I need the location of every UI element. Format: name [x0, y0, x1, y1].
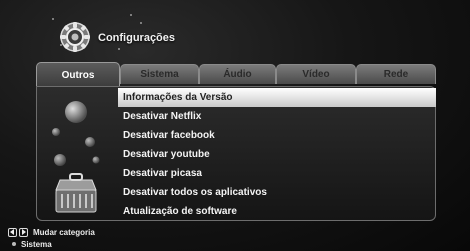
page-title: Configurações	[98, 32, 176, 44]
bullet-icon	[12, 242, 16, 246]
toolbox-icon	[52, 101, 100, 213]
tab-rede[interactable]: Rede	[356, 64, 436, 84]
tab-audio[interactable]: Áudio	[199, 64, 276, 84]
left-arrow-button-icon	[8, 227, 17, 237]
category-tabs: Outros Sistema Áudio Vídeo Rede	[36, 62, 436, 88]
sparkle	[118, 48, 120, 50]
menu-item-desativar-netflix[interactable]: Desativar Netflix	[118, 107, 436, 126]
footer-hint-text: Mudar categoria	[33, 227, 95, 237]
menu-item-desativar-picasa[interactable]: Desativar picasa	[118, 164, 436, 183]
sparkle	[140, 22, 142, 24]
menu-item-desativar-youtube[interactable]: Desativar youtube	[118, 145, 436, 164]
tab-outros[interactable]: Outros	[36, 62, 120, 88]
menu-item-atualizacao-software[interactable]: Atualização de software	[118, 202, 436, 221]
menu-item-informacoes-versao[interactable]: Informações da Versão	[118, 88, 436, 107]
gear-icon	[60, 22, 90, 52]
footer-hints: Mudar categoria Sistema	[8, 226, 95, 250]
sparkle	[52, 18, 54, 20]
footer-current-category: Sistema	[21, 239, 52, 249]
tab-sistema[interactable]: Sistema	[120, 64, 199, 84]
menu-item-desativar-todos-aplicativos[interactable]: Desativar todos os aplicativos	[118, 183, 436, 202]
sparkle	[130, 14, 132, 16]
settings-menu: Informações da Versão Desativar Netflix …	[118, 88, 436, 221]
settings-screen: Configurações Outros Sistema Áudio Vídeo…	[0, 0, 470, 251]
tab-video[interactable]: Vídeo	[276, 64, 356, 84]
menu-item-desativar-facebook[interactable]: Desativar facebook	[118, 126, 436, 145]
right-arrow-button-icon	[19, 227, 28, 237]
